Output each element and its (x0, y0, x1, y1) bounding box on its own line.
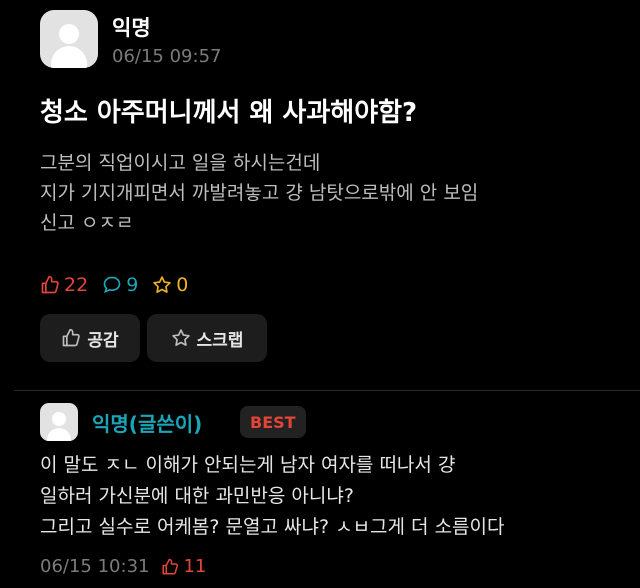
scrap-button-label: 스크랩 (196, 330, 244, 351)
thumbs-up-icon (162, 558, 179, 574)
scrap-count: 0 (152, 274, 188, 296)
comment-count-value: 9 (126, 274, 139, 296)
like-count: 22 (40, 274, 88, 296)
post-title: 청소 아주머니께서 왜 사과해야함? (40, 98, 418, 128)
comment-count: 9 (102, 274, 138, 296)
divider (14, 390, 640, 391)
comment-text: 이 말도 ㅈㄴ 이해가 안되는게 남자 여자를 떠나서 걍 일하러 가신분에 대… (40, 454, 505, 538)
thumbs-up-icon (63, 328, 81, 347)
comment-meta: 06/15 10:31 11 (40, 556, 206, 577)
thumbs-up-icon (41, 275, 59, 294)
comment-avatar-body (47, 428, 71, 441)
star-icon (153, 276, 172, 293)
comment-avatar (40, 403, 78, 441)
like-count-value: 22 (64, 274, 89, 296)
post-author: 익명 (112, 16, 151, 40)
scrap-count-value: 0 (176, 274, 189, 296)
like-button-label: 공감 (87, 330, 119, 351)
like-button[interactable]: 공감 (40, 314, 140, 362)
comment-like-value: 11 (183, 556, 207, 577)
post-time: 06/15 09:57 (112, 46, 222, 67)
comment-like[interactable]: 11 (161, 556, 206, 577)
star-icon (171, 329, 190, 346)
best-badge: BEST (240, 406, 306, 438)
avatar-head (59, 24, 79, 44)
comment-avatar-head (52, 412, 66, 426)
post-body: 그분의 직업이시고 일을 하시는건데 지가 기지개피면서 까발려놓고 걍 남탓으… (40, 152, 479, 234)
scrap-button[interactable]: 스크랩 (147, 314, 267, 362)
post-stats: 22 9 0 (40, 274, 202, 296)
speech-bubble-icon (103, 276, 121, 294)
avatar-body (51, 46, 87, 68)
comment-time: 06/15 10:31 (40, 556, 150, 577)
comment-author: 익명(글쓴이) (92, 412, 203, 436)
avatar (40, 10, 98, 68)
